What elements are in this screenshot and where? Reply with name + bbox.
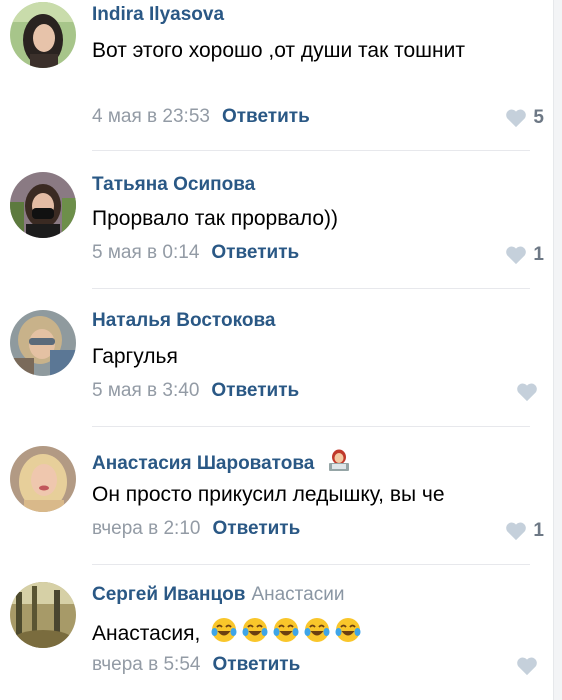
comment-meta: 4 мая в 23:53 Ответить	[92, 106, 310, 128]
divider	[92, 426, 530, 427]
comment-text: Гаргулья	[92, 345, 178, 368]
like-button[interactable]: 1	[505, 244, 544, 266]
reply-button[interactable]: Ответить	[212, 654, 300, 675]
comment-meta: вчера в 5:54 Ответить	[92, 654, 300, 676]
reply-button[interactable]: Ответить	[222, 106, 310, 127]
heart-icon	[506, 246, 527, 265]
comment-text: Вот этого хорошо ,от души так тошнит	[92, 39, 465, 62]
comment-author[interactable]: Анастасия Шароватова	[92, 448, 352, 475]
comment-meta: 5 мая в 3:40 Ответить	[92, 380, 299, 402]
like-button[interactable]: 1	[505, 520, 544, 542]
comment-date[interactable]: 5 мая в 0:14	[92, 242, 199, 263]
comment-date[interactable]: 5 мая в 3:40	[92, 380, 199, 401]
comment-item: Indira Ilyasova Вот этого хорошо ,от душ…	[0, 0, 548, 151]
heart-icon	[517, 657, 537, 676]
like-button[interactable]: 5	[505, 107, 544, 129]
avatar[interactable]	[10, 582, 76, 648]
like-count: 1	[533, 520, 544, 541]
divider	[92, 564, 530, 565]
reply-button[interactable]: Ответить	[211, 380, 299, 401]
heart-icon	[506, 109, 527, 128]
divider	[92, 288, 530, 289]
avatar[interactable]	[10, 310, 76, 376]
avatar[interactable]	[10, 446, 76, 512]
like-count: 5	[533, 107, 544, 128]
emoji-row	[210, 616, 362, 644]
comment-text: Прорвало так прорвало))	[92, 207, 338, 230]
comment-item: Наталья Востокова Гаргулья 5 мая в 3:40 О…	[0, 298, 548, 428]
scrollbar[interactable]	[553, 0, 562, 700]
face-with-tears-of-joy-emoji	[211, 618, 237, 642]
comment-meta: 5 мая в 0:14 Ответить	[92, 242, 299, 264]
comment-text: Анастасия,	[92, 616, 532, 649]
reply-button[interactable]: Ответить	[212, 518, 300, 539]
comment-item: Сергей Иванцов Анастасии Анастасия, вчера…	[0, 574, 548, 700]
comment-author[interactable]: Сергей Иванцов Анастасии	[92, 584, 344, 606]
comment-date[interactable]: 4 мая в 23:53	[92, 106, 210, 127]
heart-icon	[517, 383, 537, 402]
face-with-tears-of-joy-emoji	[273, 618, 299, 642]
comment-author[interactable]: Татьяна Осипова	[92, 174, 255, 196]
comment-item: Анастасия Шароватова Он просто прикусил …	[0, 436, 548, 566]
divider	[92, 150, 530, 151]
comment-text: Он просто прикусил ледышку, вы че	[92, 483, 445, 506]
face-with-tears-of-joy-emoji	[304, 618, 330, 642]
avatar[interactable]	[10, 2, 76, 68]
heart-icon	[506, 522, 527, 541]
face-with-tears-of-joy-emoji	[335, 618, 361, 642]
comment-date[interactable]: вчера в 2:10	[92, 518, 200, 539]
comment-item: Татьяна Осипова Прорвало так прорвало)) …	[0, 160, 548, 290]
comment-author[interactable]: Indira Ilyasova	[92, 4, 224, 26]
like-button[interactable]	[516, 656, 544, 676]
like-count: 1	[533, 244, 544, 265]
face-with-tears-of-joy-emoji	[242, 618, 268, 642]
woman-technologist-emoji	[328, 449, 349, 471]
like-button[interactable]	[516, 382, 544, 402]
reply-button[interactable]: Ответить	[211, 242, 299, 263]
avatar[interactable]	[10, 172, 76, 238]
reply-to-label[interactable]: Анастасии	[251, 584, 344, 605]
comment-date[interactable]: вчера в 5:54	[92, 654, 200, 675]
comment-author[interactable]: Наталья Востокова	[92, 310, 275, 332]
comment-meta: вчера в 2:10 Ответить	[92, 518, 300, 540]
